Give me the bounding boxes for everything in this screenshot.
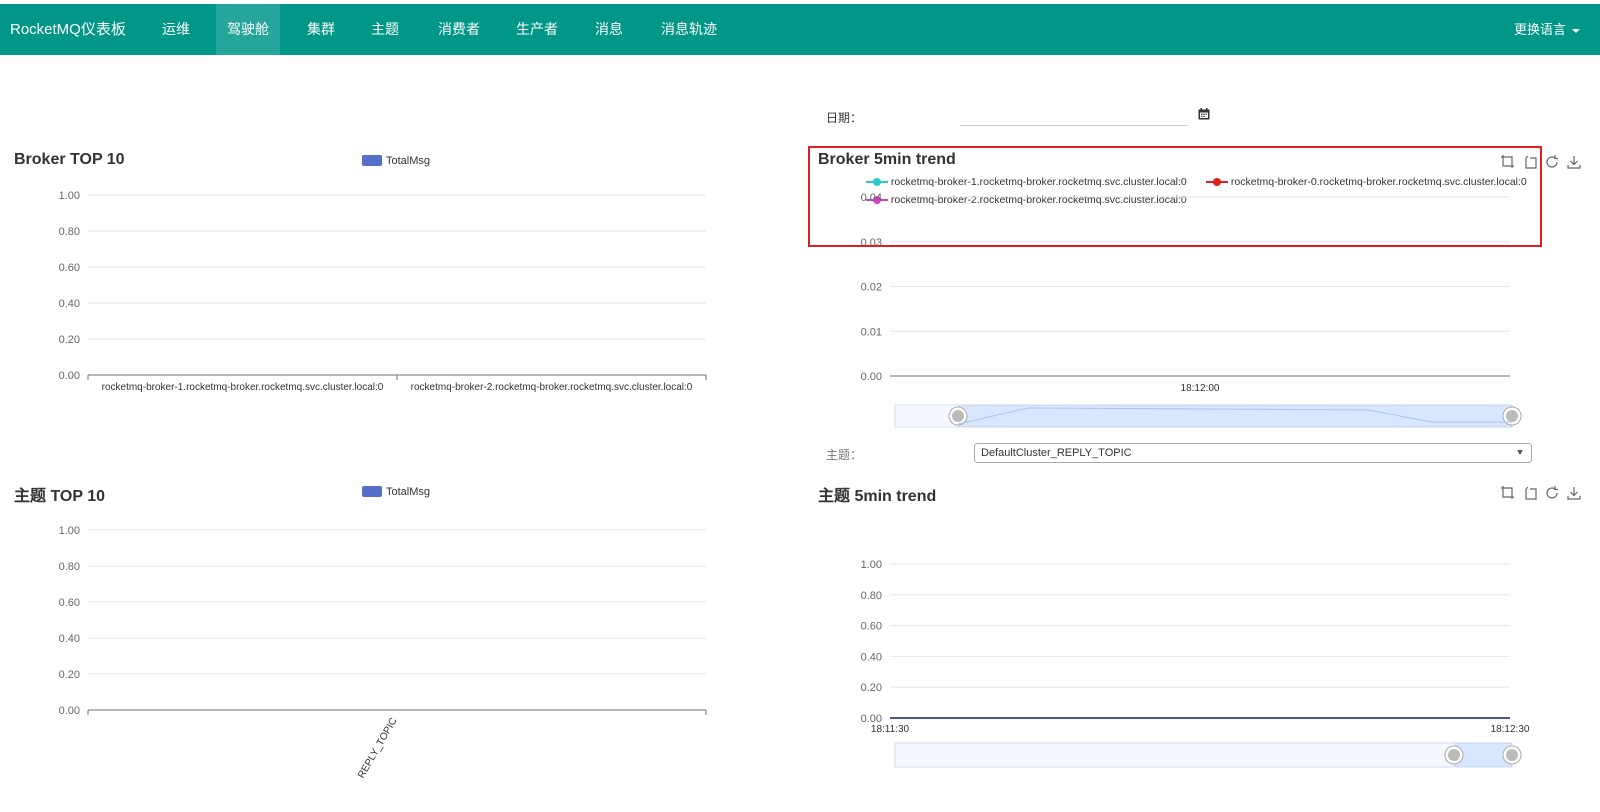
y-tick-label: 0.00 xyxy=(59,370,80,382)
nav-message-trace[interactable]: 消息轨迹 xyxy=(654,4,724,55)
chevron-down-icon xyxy=(1517,450,1523,455)
topic-top10-legend[interactable]: TotalMsg xyxy=(362,483,430,501)
nav-ops[interactable]: 运维 xyxy=(152,4,200,55)
y-tick-label: 0.40 xyxy=(59,633,80,645)
topic-select[interactable]: DefaultCluster_REPLY_TOPIC xyxy=(974,443,1532,463)
y-tick-label: 0.20 xyxy=(861,682,882,694)
slider-handle-dot xyxy=(1448,749,1460,761)
y-tick-label: 0.60 xyxy=(59,262,80,274)
y-tick-label: 1.00 xyxy=(861,559,882,571)
x-tick-label: 18:11:30 xyxy=(871,724,910,735)
y-tick-label: 0.40 xyxy=(861,651,882,663)
topic-trend-chart: 0.000.200.400.600.801.0018:11:30 18:12:30 xyxy=(861,559,1530,768)
legend-label: TotalMsg xyxy=(386,154,431,167)
topic-top10-chart: 0.00 0.20 0.40 0.60 0.80 1.00 REPLY_TOPIC xyxy=(59,525,707,780)
nav-dashboard[interactable]: 驾驶舱 xyxy=(216,4,280,55)
calendar-icon[interactable] xyxy=(1198,107,1210,125)
caret-down-icon xyxy=(1572,28,1580,33)
y-tick-label: 0.80 xyxy=(861,590,882,602)
nav-consumer[interactable]: 消费者 xyxy=(432,4,486,55)
y-tick-label: 0.20 xyxy=(59,669,80,681)
y-tick-label: 0.03 xyxy=(861,237,882,249)
download-icon[interactable] xyxy=(1566,485,1582,501)
topic-top10-title: 主题 TOP 10 xyxy=(14,488,106,505)
language-label: 更换语言 xyxy=(1513,22,1566,37)
zoom-icon[interactable] xyxy=(1500,485,1516,501)
broker-top10-legend[interactable]: TotalMsg xyxy=(362,152,430,170)
x-tick-label: 18:12:00 xyxy=(1181,383,1220,394)
y-tick-label: 0.01 xyxy=(861,326,882,338)
y-tick-label: 1.00 xyxy=(59,525,80,537)
y-tick-label: 0.80 xyxy=(59,226,80,238)
date-input[interactable] xyxy=(960,106,1188,126)
slider-handle-dot xyxy=(1506,749,1518,761)
legend-swatch xyxy=(362,486,382,498)
legend-label: TotalMsg xyxy=(386,485,431,498)
slider-handle-dot xyxy=(952,410,964,422)
download-icon[interactable] xyxy=(1566,154,1582,170)
refresh-icon[interactable] xyxy=(1544,154,1560,170)
y-tick-label: 1.00 xyxy=(59,190,80,202)
broker-trend-chart: 0.00 0.01 0.02 0.03 0.04 18:12:00 xyxy=(861,192,1522,428)
nav-message[interactable]: 消息 xyxy=(586,4,632,55)
topic-label: 主题： xyxy=(826,448,863,462)
broker-top10-title: Broker TOP 10 xyxy=(14,151,125,168)
nav-cluster[interactable]: 集群 xyxy=(298,4,344,55)
topic-select-value: DefaultCluster_REPLY_TOPIC xyxy=(981,447,1132,459)
y-tick-label: 0.80 xyxy=(59,561,80,573)
y-tick-label: 0.00 xyxy=(59,705,80,717)
y-tick-label: 0.40 xyxy=(59,298,80,310)
slider-handle-dot xyxy=(1506,410,1518,422)
broker-trend-toolbox xyxy=(1500,154,1582,170)
top-navbar: RocketMQ仪表板 运维 驾驶舱 集群 主题 消费者 生产者 消息 消息轨迹… xyxy=(0,4,1600,55)
zoom-icon[interactable] xyxy=(1500,154,1516,170)
x-tick-label: REPLY_TOPIC xyxy=(356,716,400,780)
topic-trend-title: 主题 5min trend xyxy=(818,488,937,505)
y-tick-label: 0.60 xyxy=(861,621,882,633)
y-tick-label: 0.60 xyxy=(59,597,80,609)
y-tick-label: 0.04 xyxy=(861,192,882,204)
x-tick-label: rocketmq-broker-2.rocketmq-broker.rocket… xyxy=(411,382,693,393)
y-tick-label: 0.20 xyxy=(59,334,80,346)
zoom-slider-track xyxy=(894,742,1513,768)
date-label: 日期： xyxy=(826,111,863,125)
language-dropdown[interactable]: 更换语言 xyxy=(1514,4,1580,55)
y-tick-label: 0.00 xyxy=(861,371,882,383)
legend-swatch xyxy=(362,155,382,167)
broker-top10-chart: 0.00 0.20 0.40 0.60 0.80 1.00 rocketmq-broker-… xyxy=(59,190,707,393)
brand-title[interactable]: RocketMQ仪表板 xyxy=(10,4,126,55)
nav-topic[interactable]: 主题 xyxy=(362,4,408,55)
topic-trend-toolbox xyxy=(1500,485,1582,501)
y-tick-label: 0.02 xyxy=(861,282,882,294)
x-tick-label: 18:12:30 xyxy=(1491,724,1530,735)
broker-trend-title: Broker 5min trend xyxy=(818,151,956,168)
zoom-reset-icon[interactable] xyxy=(1522,485,1538,501)
nav-producer[interactable]: 生产者 xyxy=(510,4,564,55)
x-tick-label: rocketmq-broker-1.rocketmq-broker.rocket… xyxy=(102,382,384,393)
zoom-reset-icon[interactable] xyxy=(1522,154,1538,170)
refresh-icon[interactable] xyxy=(1544,485,1560,501)
